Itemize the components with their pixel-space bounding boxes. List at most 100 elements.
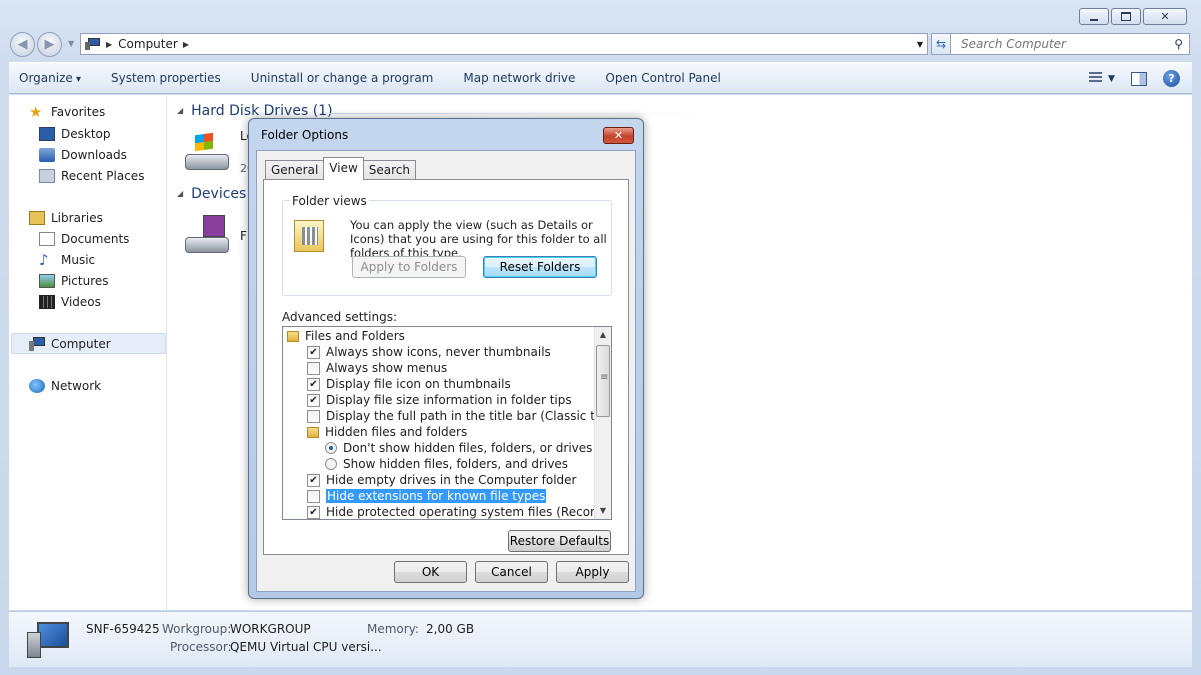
list-item-label[interactable]: Show hidden files, folders, and drives <box>343 457 568 471</box>
sidebar-item-label: Recent Places <box>61 169 145 183</box>
apply-button[interactable]: Apply <box>556 561 629 583</box>
breadcrumb-computer[interactable]: Computer <box>118 37 178 51</box>
maximize-button[interactable] <box>1111 8 1141 25</box>
recent-pages-dropdown[interactable]: ▼ <box>68 39 74 48</box>
pictures-icon <box>39 274 55 288</box>
list-item[interactable]: Hide extensions for known file types <box>307 488 547 504</box>
address-history-dropdown-icon[interactable]: ▼ <box>917 40 923 49</box>
list-item-label[interactable]: Always show icons, never thumbnails <box>326 345 551 359</box>
sidebar-item-network[interactable]: Network <box>29 379 101 393</box>
list-item[interactable]: Always show menus <box>307 360 447 376</box>
list-item-label[interactable]: Hide protected operating system files (R… <box>326 505 611 519</box>
preview-pane-icon[interactable] <box>1131 71 1147 86</box>
list-item[interactable]: Don't show hidden files, folders, or dri… <box>325 440 592 456</box>
sidebar-item-videos[interactable]: Videos <box>39 295 101 309</box>
close-button[interactable] <box>1143 8 1187 25</box>
organize-button[interactable]: Organize <box>19 71 81 85</box>
list-item-label[interactable]: Display file size information in folder … <box>326 393 572 407</box>
dialog-close-button[interactable]: ✕ <box>603 127 634 144</box>
sidebar-item-downloads[interactable]: Downloads <box>39 148 127 162</box>
list-item-label[interactable]: Don't show hidden files, folders, or dri… <box>343 441 592 455</box>
refresh-icon: ⇆ <box>935 37 947 51</box>
uninstall-program-button[interactable]: Uninstall or change a program <box>251 71 434 85</box>
restore-defaults-button[interactable]: Restore Defaults <box>508 530 611 552</box>
list-item[interactable]: ✔ Always show icons, never thumbnails <box>307 344 551 360</box>
radio-button[interactable] <box>325 458 337 470</box>
list-item[interactable]: ✔ Display file icon on thumbnails <box>307 376 511 392</box>
radio-button[interactable] <box>325 442 337 454</box>
list-item-label[interactable]: Display the full path in the title bar (… <box>326 409 611 423</box>
sidebar-item-label: Documents <box>61 232 130 246</box>
advanced-settings-list[interactable]: Files and Folders ✔ Always show icons, ne… <box>282 326 612 520</box>
sidebar-item-music[interactable]: ♪ Music <box>39 253 95 268</box>
map-network-drive-button[interactable]: Map network drive <box>463 71 575 85</box>
downloads-icon <box>39 148 55 162</box>
tab-view[interactable]: View <box>323 157 364 180</box>
floppy-drive-icon[interactable] <box>185 215 229 253</box>
computer-icon <box>85 38 101 50</box>
open-control-panel-button[interactable]: Open Control Panel <box>605 71 720 85</box>
minimize-button[interactable] <box>1079 8 1109 25</box>
hard-drive-icon[interactable] <box>185 132 229 170</box>
list-item[interactable]: ✔ Hide protected operating system files (… <box>307 504 611 519</box>
scroll-up-arrow-icon[interactable]: ▲ <box>595 327 611 343</box>
workgroup-value: WORKGROUP <box>230 622 311 636</box>
list-item[interactable]: Show hidden files, folders, and drives <box>325 456 568 472</box>
scroll-thumb[interactable] <box>596 345 610 417</box>
list-item-label[interactable]: Display file icon on thumbnails <box>326 377 511 391</box>
breadcrumb-arrow-icon[interactable]: ▶ <box>183 40 189 49</box>
back-button[interactable]: ◀ <box>10 32 35 57</box>
search-input[interactable] <box>959 36 1159 52</box>
forward-button[interactable]: ▶ <box>37 32 62 57</box>
sidebar-item-recent-places[interactable]: Recent Places <box>39 169 144 183</box>
tab-search[interactable]: Search <box>362 160 417 180</box>
sidebar-item-pictures[interactable]: Pictures <box>39 274 109 288</box>
navigation-pane: ★ Favorites Desktop Downloads Recent Plac… <box>9 95 167 610</box>
list-item-label: Hidden files and folders <box>325 425 468 439</box>
documents-icon <box>39 232 55 246</box>
change-view-icon[interactable]: ▼ <box>1089 71 1115 87</box>
checkbox[interactable]: ✔ <box>307 505 320 519</box>
tab-general[interactable]: General <box>265 160 325 180</box>
sidebar-item-documents[interactable]: Documents <box>39 232 129 246</box>
cancel-button[interactable]: Cancel <box>475 561 548 583</box>
sidebar-item-label: Pictures <box>61 274 109 288</box>
folder-views-legend: Folder views <box>290 194 369 208</box>
sidebar-item-favorites[interactable]: ★ Favorites <box>29 105 105 120</box>
checkbox[interactable] <box>307 409 320 423</box>
vertical-scrollbar[interactable]: ▲ ▼ <box>594 327 611 519</box>
sidebar-item-desktop[interactable]: Desktop <box>39 127 111 141</box>
list-item[interactable]: ✔ Display file size information in folder… <box>307 392 572 408</box>
computer-icon <box>29 337 45 351</box>
checkbox[interactable] <box>307 361 320 375</box>
search-box[interactable]: ⚲ <box>950 33 1190 55</box>
list-item-label[interactable]: Always show menus <box>326 361 447 375</box>
list-item-label[interactable]: Hide empty drives in the Computer folder <box>326 473 576 487</box>
apply-to-folders-button[interactable]: Apply to Folders <box>352 256 466 278</box>
refresh-button[interactable]: ⇆ <box>931 33 951 55</box>
close-icon: ✕ <box>613 129 624 142</box>
help-icon[interactable]: ? <box>1163 70 1180 87</box>
ok-button[interactable]: OK <box>394 561 467 583</box>
scroll-down-arrow-icon[interactable]: ▼ <box>595 503 611 519</box>
breadcrumb-arrow-icon[interactable]: ▶ <box>106 40 112 49</box>
checkbox[interactable]: ✔ <box>307 377 320 391</box>
reset-folders-button[interactable]: Reset Folders <box>483 256 597 278</box>
hard-disk-drives-group-header[interactable]: Hard Disk Drives (1) <box>177 103 332 119</box>
memory-value: 2,00 GB <box>426 622 475 636</box>
sidebar-item-libraries[interactable]: Libraries <box>29 211 103 225</box>
folder-views-description: You can apply the view (such as Details … <box>350 218 607 260</box>
list-item-label-selected[interactable]: Hide extensions for known file types <box>326 489 547 503</box>
checkbox[interactable] <box>307 489 320 503</box>
system-properties-button[interactable]: System properties <box>111 71 221 85</box>
checkbox[interactable]: ✔ <box>307 473 320 487</box>
checkbox[interactable]: ✔ <box>307 345 320 359</box>
checkbox[interactable]: ✔ <box>307 393 320 407</box>
address-bar[interactable]: ▶ Computer ▶ ▼ <box>80 33 928 55</box>
group-divider <box>329 113 729 114</box>
sidebar-item-computer[interactable]: Computer <box>29 337 111 351</box>
list-item[interactable]: Display the full path in the title bar (… <box>307 408 611 424</box>
folder-options-dialog: Folder Options ✕ General View Search Fol… <box>248 118 644 599</box>
search-icon[interactable]: ⚲ <box>1174 37 1183 51</box>
list-item[interactable]: ✔ Hide empty drives in the Computer folde… <box>307 472 576 488</box>
